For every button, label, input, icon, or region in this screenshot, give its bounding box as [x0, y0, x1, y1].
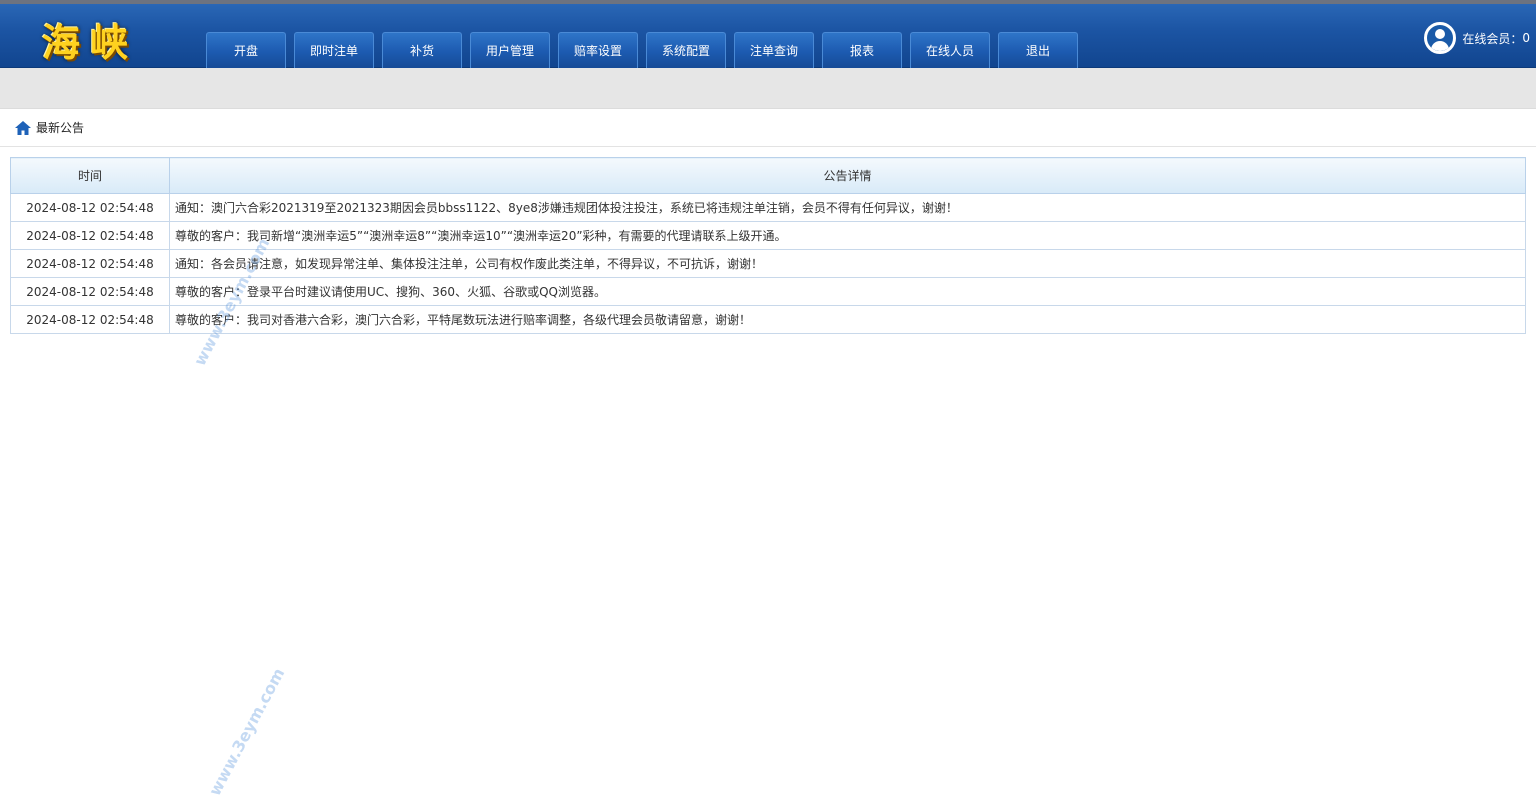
table-row: 2024-08-12 02:54:48 尊敬的客户：登录平台时建议请使用UC、搜…	[10, 277, 1526, 306]
nav-replenish[interactable]: 补货	[382, 32, 462, 68]
breadcrumb: 最新公告	[0, 109, 1536, 147]
user-avatar-icon	[1424, 22, 1457, 54]
online-members: 在线会员： 0	[1424, 22, 1530, 54]
notice-time: 2024-08-12 02:54:48	[10, 277, 170, 306]
notice-time: 2024-08-12 02:54:48	[10, 249, 170, 278]
nav-live-bets[interactable]: 即时注单	[294, 32, 374, 68]
notice-detail: 尊敬的客户：登录平台时建议请使用UC、搜狗、360、火狐、谷歌或QQ浏览器。	[169, 277, 1526, 306]
nav-logout[interactable]: 退出	[998, 32, 1078, 68]
nav-reports[interactable]: 报表	[822, 32, 902, 68]
table-row: 2024-08-12 02:54:48 通知：澳门六合彩2021319至2021…	[10, 193, 1526, 222]
top-header: 海峡 开盘 即时注单 补货 用户管理 赔率设置 系统配置 注单查询 报表 在线人…	[0, 4, 1536, 68]
notice-detail: 尊敬的客户：我司新增“澳洲幸运5”“澳洲幸运8”“澳洲幸运10”“澳洲幸运20”…	[169, 221, 1526, 250]
table-header-row: 时间 公告详情	[10, 157, 1526, 194]
notice-time: 2024-08-12 02:54:48	[10, 305, 170, 334]
nav-bet-query[interactable]: 注单查询	[734, 32, 814, 68]
notice-time: 2024-08-12 02:54:48	[10, 193, 170, 222]
nav-system-config[interactable]: 系统配置	[646, 32, 726, 68]
online-count: 0	[1522, 31, 1530, 45]
watermark: www.3eym.com	[205, 664, 289, 799]
notice-detail: 通知：各会员请注意，如发现异常注单、集体投注注单，公司有权作废此类注单，不得异议…	[169, 249, 1526, 278]
table-row: 2024-08-12 02:54:48 尊敬的客户：我司新增“澳洲幸运5”“澳洲…	[10, 221, 1526, 250]
online-label: 在线会员：	[1462, 31, 1523, 46]
nav-online-users[interactable]: 在线人员	[910, 32, 990, 68]
main-nav: 开盘 即时注单 补货 用户管理 赔率设置 系统配置 注单查询 报表 在线人员 退…	[206, 32, 1086, 68]
nav-odds-settings[interactable]: 赔率设置	[558, 32, 638, 68]
notice-time: 2024-08-12 02:54:48	[10, 221, 170, 250]
column-header-detail: 公告详情	[169, 157, 1526, 194]
home-icon[interactable]	[14, 120, 32, 136]
notice-table: 时间 公告详情 2024-08-12 02:54:48 通知：澳门六合彩2021…	[10, 157, 1526, 334]
table-row: 2024-08-12 02:54:48 通知：各会员请注意，如发现异常注单、集体…	[10, 249, 1526, 278]
nav-user-management[interactable]: 用户管理	[470, 32, 550, 68]
nav-open-market[interactable]: 开盘	[206, 32, 286, 68]
section-title: 最新公告	[36, 121, 85, 135]
sub-toolbar	[0, 68, 1536, 109]
table-row: 2024-08-12 02:54:48 尊敬的客户：我司对香港六合彩，澳门六合彩…	[10, 305, 1526, 334]
notice-detail: 通知：澳门六合彩2021319至2021323期因会员bbss1122、8ye8…	[169, 193, 1526, 222]
notice-detail: 尊敬的客户：我司对香港六合彩，澳门六合彩，平特尾数玩法进行赔率调整，各级代理会员…	[169, 305, 1526, 334]
site-logo: 海峡	[42, 21, 139, 65]
column-header-time: 时间	[10, 157, 170, 194]
